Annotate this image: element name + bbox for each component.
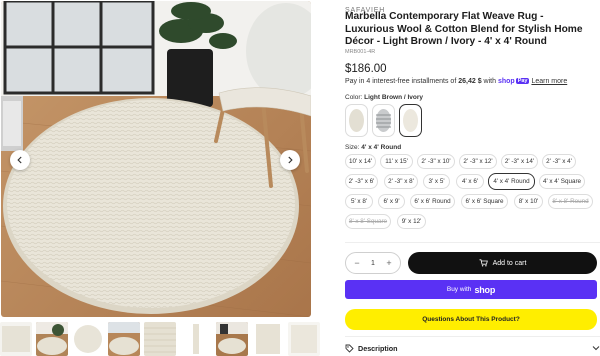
size-selected: 4' x 4' Round <box>361 144 402 151</box>
size-option[interactable]: 2' -3" x 6' <box>345 174 378 189</box>
size-option[interactable]: 9' x 12' <box>397 214 426 229</box>
chevron-down-icon <box>592 346 600 351</box>
product-info-panel: SAFAVIEH Marbella Contemporary Flat Weav… <box>345 0 600 356</box>
tag-icon <box>345 344 354 353</box>
size-label: Size: 4' x 4' Round <box>345 144 401 151</box>
description-accordion[interactable]: Description <box>345 341 600 355</box>
cart-icon <box>479 259 488 267</box>
product-price: $186.00 <box>345 63 387 75</box>
thumbnail-4[interactable] <box>108 322 140 356</box>
size-option[interactable]: 4' x 4' Square <box>539 174 585 189</box>
size-option[interactable]: 6' x 6' Round <box>410 194 455 209</box>
section-divider <box>345 242 600 243</box>
color-swatches <box>345 104 422 137</box>
swatch-grey-stripe[interactable] <box>372 104 395 137</box>
installments-with: with <box>483 78 496 85</box>
size-option[interactable]: 11' x 15' <box>380 154 413 169</box>
quantity-increase-button[interactable]: + <box>384 258 394 268</box>
next-image-button[interactable] <box>280 150 300 170</box>
shop-pay-logo: shop <box>497 78 515 85</box>
swatch-light-brown-ivory[interactable] <box>399 104 422 137</box>
quantity-value[interactable]: 1 <box>371 260 375 267</box>
size-option[interactable]: 5' x 8' <box>345 194 373 209</box>
size-option[interactable]: 2' -3" x 12' <box>459 154 497 169</box>
size-option[interactable]: 2' -3" x 8' <box>384 174 418 189</box>
thumbnail-1[interactable] <box>0 322 32 356</box>
questions-button[interactable]: Questions About This Product? <box>345 309 597 330</box>
size-option[interactable]: 2' -3" x 4' <box>542 154 576 169</box>
thumbnail-3[interactable] <box>72 322 104 356</box>
swatch-ivory-round[interactable] <box>345 104 368 137</box>
thumbnail-8[interactable] <box>252 322 284 356</box>
thumbnail-7[interactable] <box>216 322 248 356</box>
size-option[interactable]: 2' -3" x 14' <box>501 154 538 169</box>
thumbnail-strip <box>0 322 320 356</box>
product-gallery <box>0 0 320 356</box>
installments-prefix: Pay in 4 interest-free installments of <box>345 78 457 85</box>
add-to-cart-label: Add to cart <box>492 259 527 267</box>
product-title: Marbella Contemporary Flat Weave Rug - L… <box>345 11 583 48</box>
description-label: Description <box>358 343 398 353</box>
thumbnail-5[interactable] <box>144 322 176 356</box>
color-label: Color: Light Brown / Ivory <box>345 94 423 101</box>
learn-more-link[interactable]: Learn more <box>531 78 567 85</box>
shop-pay-badge: Pay <box>515 78 530 84</box>
chevron-left-icon <box>17 156 22 164</box>
installments-note: Pay in 4 interest-free installments of 2… <box>345 78 600 85</box>
size-option[interactable]: 2' -3" x 10' <box>417 154 455 169</box>
size-option[interactable]: 6' x 6' Square <box>461 194 508 209</box>
size-option[interactable]: 8' x 10' <box>514 194 543 209</box>
size-option-unavailable[interactable]: 8' x 8' Square <box>345 214 391 229</box>
section-divider <box>345 336 600 337</box>
thumbnail-6[interactable] <box>180 322 212 356</box>
thumbnail-9[interactable] <box>288 322 320 356</box>
buy-with-label: Buy with <box>446 286 472 293</box>
size-option-selected[interactable]: 4' x 4' Round <box>488 173 535 190</box>
shop-logo: shop <box>474 284 496 295</box>
size-option[interactable]: 10' x 14' <box>345 154 376 169</box>
quantity-stepper: − 1 + <box>345 252 401 274</box>
size-label-text: Size: <box>345 144 360 151</box>
size-option-unavailable[interactable]: 8' x 8' Round <box>548 194 593 209</box>
color-label-text: Color: <box>345 94 363 101</box>
thumbnail-2[interactable] <box>36 322 68 356</box>
product-sku: MRB001-4R <box>345 49 376 55</box>
installment-amount: 26,42 $ <box>458 78 482 85</box>
color-selected: Light Brown / Ivory <box>364 94 424 101</box>
buy-with-shop-button[interactable]: Buy with shop <box>345 280 597 299</box>
add-to-cart-button[interactable]: Add to cart <box>408 252 597 274</box>
chevron-right-icon <box>288 156 293 164</box>
quantity-decrease-button[interactable]: − <box>352 258 362 268</box>
main-product-image[interactable] <box>1 1 311 317</box>
size-option[interactable]: 3' x 5' <box>423 174 450 189</box>
size-option[interactable]: 4' x 6' <box>456 174 484 189</box>
previous-image-button[interactable] <box>10 150 30 170</box>
size-option[interactable]: 6' x 9' <box>378 194 405 209</box>
